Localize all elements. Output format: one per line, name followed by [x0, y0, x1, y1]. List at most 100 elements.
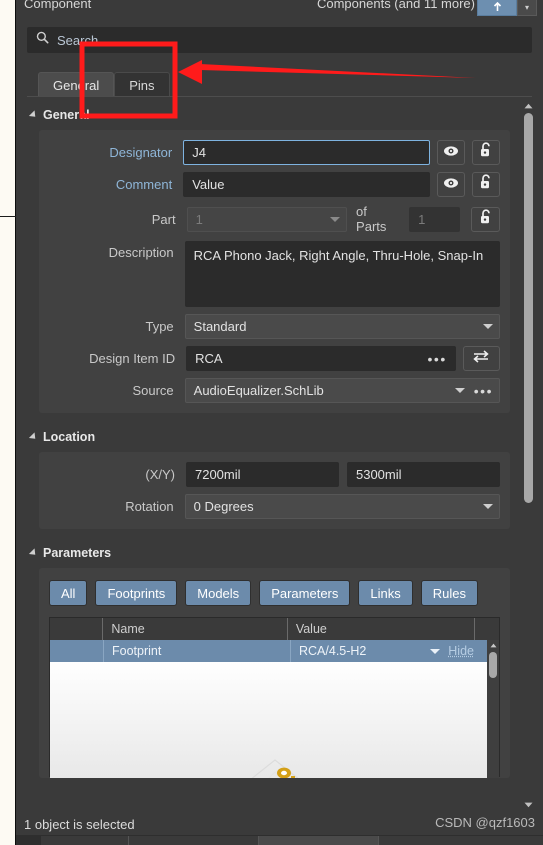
designator-label: Designator — [109, 145, 173, 160]
x-coordinate-field[interactable]: 7200mil — [185, 462, 339, 487]
parameters-section-body: All Footprints Models Parameters Links R… — [39, 568, 510, 778]
designator-value: J4 — [192, 145, 206, 160]
properties-panel: Component Components (and 11 more) ▾ Sea… — [16, 0, 543, 845]
panel-header-right-title: Components (and 11 more) — [316, 0, 475, 11]
bottom-toolbar-segment-4[interactable] — [379, 836, 543, 845]
panel-scroll-thumb[interactable] — [524, 113, 533, 503]
comment-field[interactable]: Value — [183, 172, 431, 197]
document-edge-sliver — [0, 0, 16, 845]
filter-button-models[interactable]: Models — [185, 580, 252, 606]
filter-button-links[interactable]: Links — [358, 580, 413, 606]
of-parts-label: of Parts — [356, 204, 387, 234]
col-header-extra — [474, 618, 499, 640]
col-header-select — [50, 618, 102, 640]
section-header-general[interactable]: General — [28, 108, 517, 122]
description-value: RCA Phono Jack, Right Angle, Thru-Hole, … — [193, 248, 484, 263]
source-label: Source — [132, 383, 174, 398]
design-item-id-value: RCA — [195, 351, 223, 366]
component-preview — [50, 662, 499, 778]
chevron-down-icon[interactable] — [430, 648, 441, 654]
tabs-underline — [27, 96, 532, 97]
filter-links-label: Links — [370, 585, 401, 601]
hide-link[interactable]: Hide — [448, 644, 474, 658]
tab-general[interactable]: General — [38, 72, 115, 97]
ellipsis-icon[interactable]: ••• — [474, 383, 493, 399]
filter-button-rules[interactable]: Rules — [420, 580, 478, 606]
part-value: 1 — [195, 211, 203, 227]
tab-pins-label: Pins — [129, 77, 155, 93]
table-row[interactable]: Footprint RCA/4.5-H2 Hide — [50, 640, 499, 662]
type-dropdown[interactable]: Standard — [184, 314, 500, 339]
filter-button-all[interactable]: All — [49, 580, 88, 606]
designator-lock-button[interactable] — [472, 140, 500, 165]
chevron-down-icon[interactable] — [454, 388, 465, 393]
design-item-id-swap-button[interactable] — [462, 346, 500, 371]
panel-tabs: General Pins — [38, 71, 170, 97]
scroll-down-arrow-icon[interactable] — [522, 798, 535, 811]
designator-field[interactable]: J4 — [183, 140, 431, 165]
designator-visibility-button[interactable] — [437, 140, 466, 165]
search-input[interactable]: Search — [27, 27, 532, 53]
bottom-toolbar — [16, 835, 543, 845]
design-item-id-field[interactable]: RCA ••• — [186, 346, 456, 371]
rotation-dropdown[interactable]: 0 Degrees — [184, 494, 500, 519]
swap-arrows-icon — [472, 349, 490, 368]
header-more-button[interactable]: ▾ — [517, 0, 537, 16]
filter-button-parameters[interactable]: Parameters — [259, 580, 351, 606]
status-text: 1 object is selected — [24, 816, 135, 832]
rotation-label: Rotation — [125, 499, 174, 514]
y-coordinate-value: 5300mil — [355, 467, 402, 482]
bottom-toolbar-segment-3[interactable] — [259, 836, 379, 845]
xy-label: (X/Y) — [145, 467, 175, 482]
chevron-down-icon — [483, 504, 493, 509]
tab-pins[interactable]: Pins — [114, 72, 170, 97]
type-label: Type — [145, 319, 174, 334]
parameters-table: Name Value Footprint RCA/4.5-H2 Hide — [49, 617, 500, 778]
filter-parameters-label: Parameters — [271, 585, 339, 601]
design-item-id-row: Design Item ID RCA ••• — [39, 346, 500, 371]
section-header-parameters[interactable]: Parameters — [28, 546, 517, 560]
y-coordinate-field[interactable]: 5300mil — [346, 462, 500, 487]
comment-lock-button[interactable] — [472, 172, 500, 197]
part-label: Part — [151, 211, 176, 227]
row-select-cell[interactable] — [50, 640, 103, 662]
designator-row: Designator J4 — [39, 140, 500, 165]
panel-scroll-content: General Designator J4 Comment Value Part… — [27, 99, 517, 811]
status-bar: 1 object is selected CSDN @qzf1603 — [16, 813, 543, 835]
type-value: Standard — [193, 319, 247, 334]
row-name-cell[interactable]: Footprint — [103, 640, 290, 662]
tab-general-label: General — [53, 77, 100, 93]
unlock-icon — [479, 174, 493, 195]
filter-rules-label: Rules — [432, 585, 466, 601]
source-value: AudioEqualizer.SchLib — [193, 383, 324, 398]
eye-icon — [443, 144, 459, 162]
of-parts-field[interactable]: 1 — [409, 206, 461, 232]
scroll-up-arrow-icon[interactable] — [522, 99, 535, 112]
bottom-toolbar-segment-2[interactable] — [129, 836, 259, 845]
section-general-label: General — [43, 108, 90, 122]
xy-row: (X/Y) 7200mil 5300mil — [39, 462, 500, 487]
col-header-name[interactable]: Name — [102, 618, 286, 640]
comment-row: Comment Value — [39, 172, 500, 197]
table-scrollbar[interactable] — [487, 640, 499, 778]
source-dropdown[interactable]: AudioEqualizer.SchLib ••• — [184, 378, 500, 403]
part-dropdown[interactable]: 1 — [186, 206, 348, 232]
ellipsis-icon[interactable]: ••• — [428, 351, 447, 367]
panel-scrollbar[interactable] — [522, 99, 535, 811]
table-scroll-thumb[interactable] — [489, 652, 497, 678]
comment-visibility-button[interactable] — [437, 172, 466, 197]
chevron-down-icon: ▾ — [524, 3, 529, 12]
section-header-location[interactable]: Location — [28, 430, 517, 444]
filter-button-footprints[interactable]: Footprints — [95, 580, 178, 606]
comment-value: Value — [192, 177, 225, 192]
row-value-cell[interactable]: RCA/4.5-H2 Hide — [290, 640, 480, 662]
bottom-toolbar-segment-1[interactable] — [41, 836, 129, 845]
part-row: Part 1 of Parts 1 — [39, 204, 500, 234]
rotation-value: 0 Degrees — [193, 499, 254, 514]
scroll-up-arrow-icon[interactable] — [489, 641, 498, 650]
description-field[interactable]: RCA Phono Jack, Right Angle, Thru-Hole, … — [184, 241, 500, 307]
header-primary-button[interactable] — [477, 0, 517, 16]
col-header-value[interactable]: Value — [286, 618, 474, 640]
part-lock-button[interactable] — [471, 206, 500, 232]
x-coordinate-value: 7200mil — [194, 467, 241, 482]
